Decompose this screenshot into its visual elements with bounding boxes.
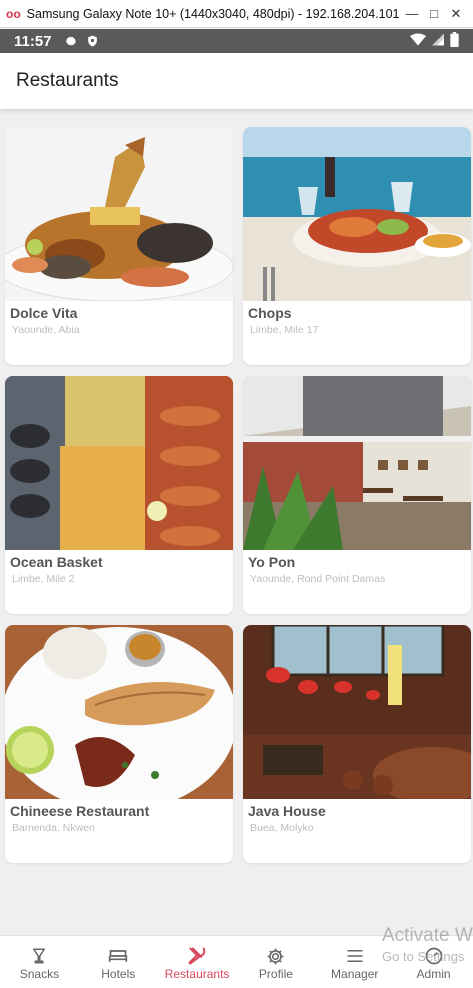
restaurant-location: Buea, Molyko — [250, 822, 314, 834]
restaurant-card[interactable]: Java House Buea, Molyko — [243, 625, 471, 863]
restaurant-name: Chops — [248, 305, 292, 321]
restaurant-card[interactable]: Chops Limbe, Mile 17 — [243, 127, 471, 365]
restaurant-location: Bamenda, Nkwen — [12, 822, 95, 834]
restaurant-card[interactable]: Yo Pon Yaounde, Rond Point Damas — [243, 376, 471, 614]
page-title: Restaurants — [16, 70, 119, 91]
shield-status-icon — [86, 34, 99, 48]
scrcpy-logo-icon: oo — [6, 6, 21, 21]
beach-seafood-table-photo — [243, 127, 471, 301]
close-icon[interactable]: ✕ — [445, 6, 467, 22]
gear-icon — [266, 945, 285, 967]
nav-label: Snacks — [19, 967, 60, 981]
wifi-icon — [410, 33, 426, 50]
restaurant-name: Yo Pon — [248, 554, 296, 570]
bed-icon — [108, 945, 128, 967]
restaurant-card[interactable]: Ocean Basket Limbe, Mile 2 — [5, 376, 233, 614]
nav-label: Admin — [416, 967, 451, 981]
cutlery-icon — [187, 945, 207, 967]
watermark-line-1: Activate W — [382, 925, 473, 946]
restaurant-name: Ocean Basket — [10, 554, 103, 570]
restaurant-location: Limbe, Mile 2 — [12, 573, 75, 585]
restaurant-name: Dolce Vita — [10, 305, 78, 321]
status-time: 11:57 — [14, 32, 52, 50]
cafe-interior-photo — [243, 625, 471, 799]
mirror-window-titlebar: oo Samsung Galaxy Note 10+ (1440x3040, 4… — [0, 0, 473, 28]
restaurant-card[interactable]: Dolce Vita Yaounde, Abia — [5, 127, 233, 365]
window-title: Samsung Galaxy Note 10+ (1440x3040, 480d… — [26, 6, 401, 21]
settings-status-icon — [64, 34, 78, 48]
battery-icon — [450, 31, 459, 51]
restaurant-card[interactable]: Chineese Restaurant Bamenda, Nkwen — [5, 625, 233, 863]
nav-item-snacks[interactable]: Snacks — [0, 936, 79, 988]
restaurant-name: Java House — [248, 803, 326, 819]
nav-label: Restaurants — [164, 967, 230, 981]
restaurant-name: Chineese Restaurant — [10, 803, 150, 819]
fish-rice-plate-photo — [5, 625, 233, 799]
minimize-icon[interactable]: — — [401, 6, 423, 21]
nav-label: Manager — [331, 967, 379, 981]
nav-item-hotels[interactable]: Hotels — [79, 936, 158, 988]
restaurant-terrace-photo — [243, 376, 471, 550]
nav-item-restaurants[interactable]: Restaurants — [158, 936, 237, 988]
seafood-platter-photo — [5, 376, 233, 550]
restaurant-location: Yaounde, Rond Point Damas — [250, 573, 386, 585]
seafood-plate-photo — [5, 127, 233, 301]
restaurant-location: Yaounde, Abia — [12, 324, 80, 336]
restaurant-location: Limbe, Mile 17 — [250, 324, 319, 336]
nav-label: Profile — [258, 967, 293, 981]
glass-icon — [30, 945, 48, 967]
watermark-line-2: Go to Settings — [382, 949, 465, 964]
maximize-icon[interactable]: □ — [423, 6, 445, 21]
nav-item-profile[interactable]: Profile — [236, 936, 315, 988]
nav-label: Hotels — [101, 967, 136, 981]
app-bar: Restaurants — [0, 53, 473, 109]
menu-lines-icon — [346, 945, 364, 967]
activation-watermark: Activate W Go to Settings — [382, 925, 473, 964]
signal-icon — [432, 33, 444, 50]
status-bar: 11:57 — [0, 29, 473, 53]
